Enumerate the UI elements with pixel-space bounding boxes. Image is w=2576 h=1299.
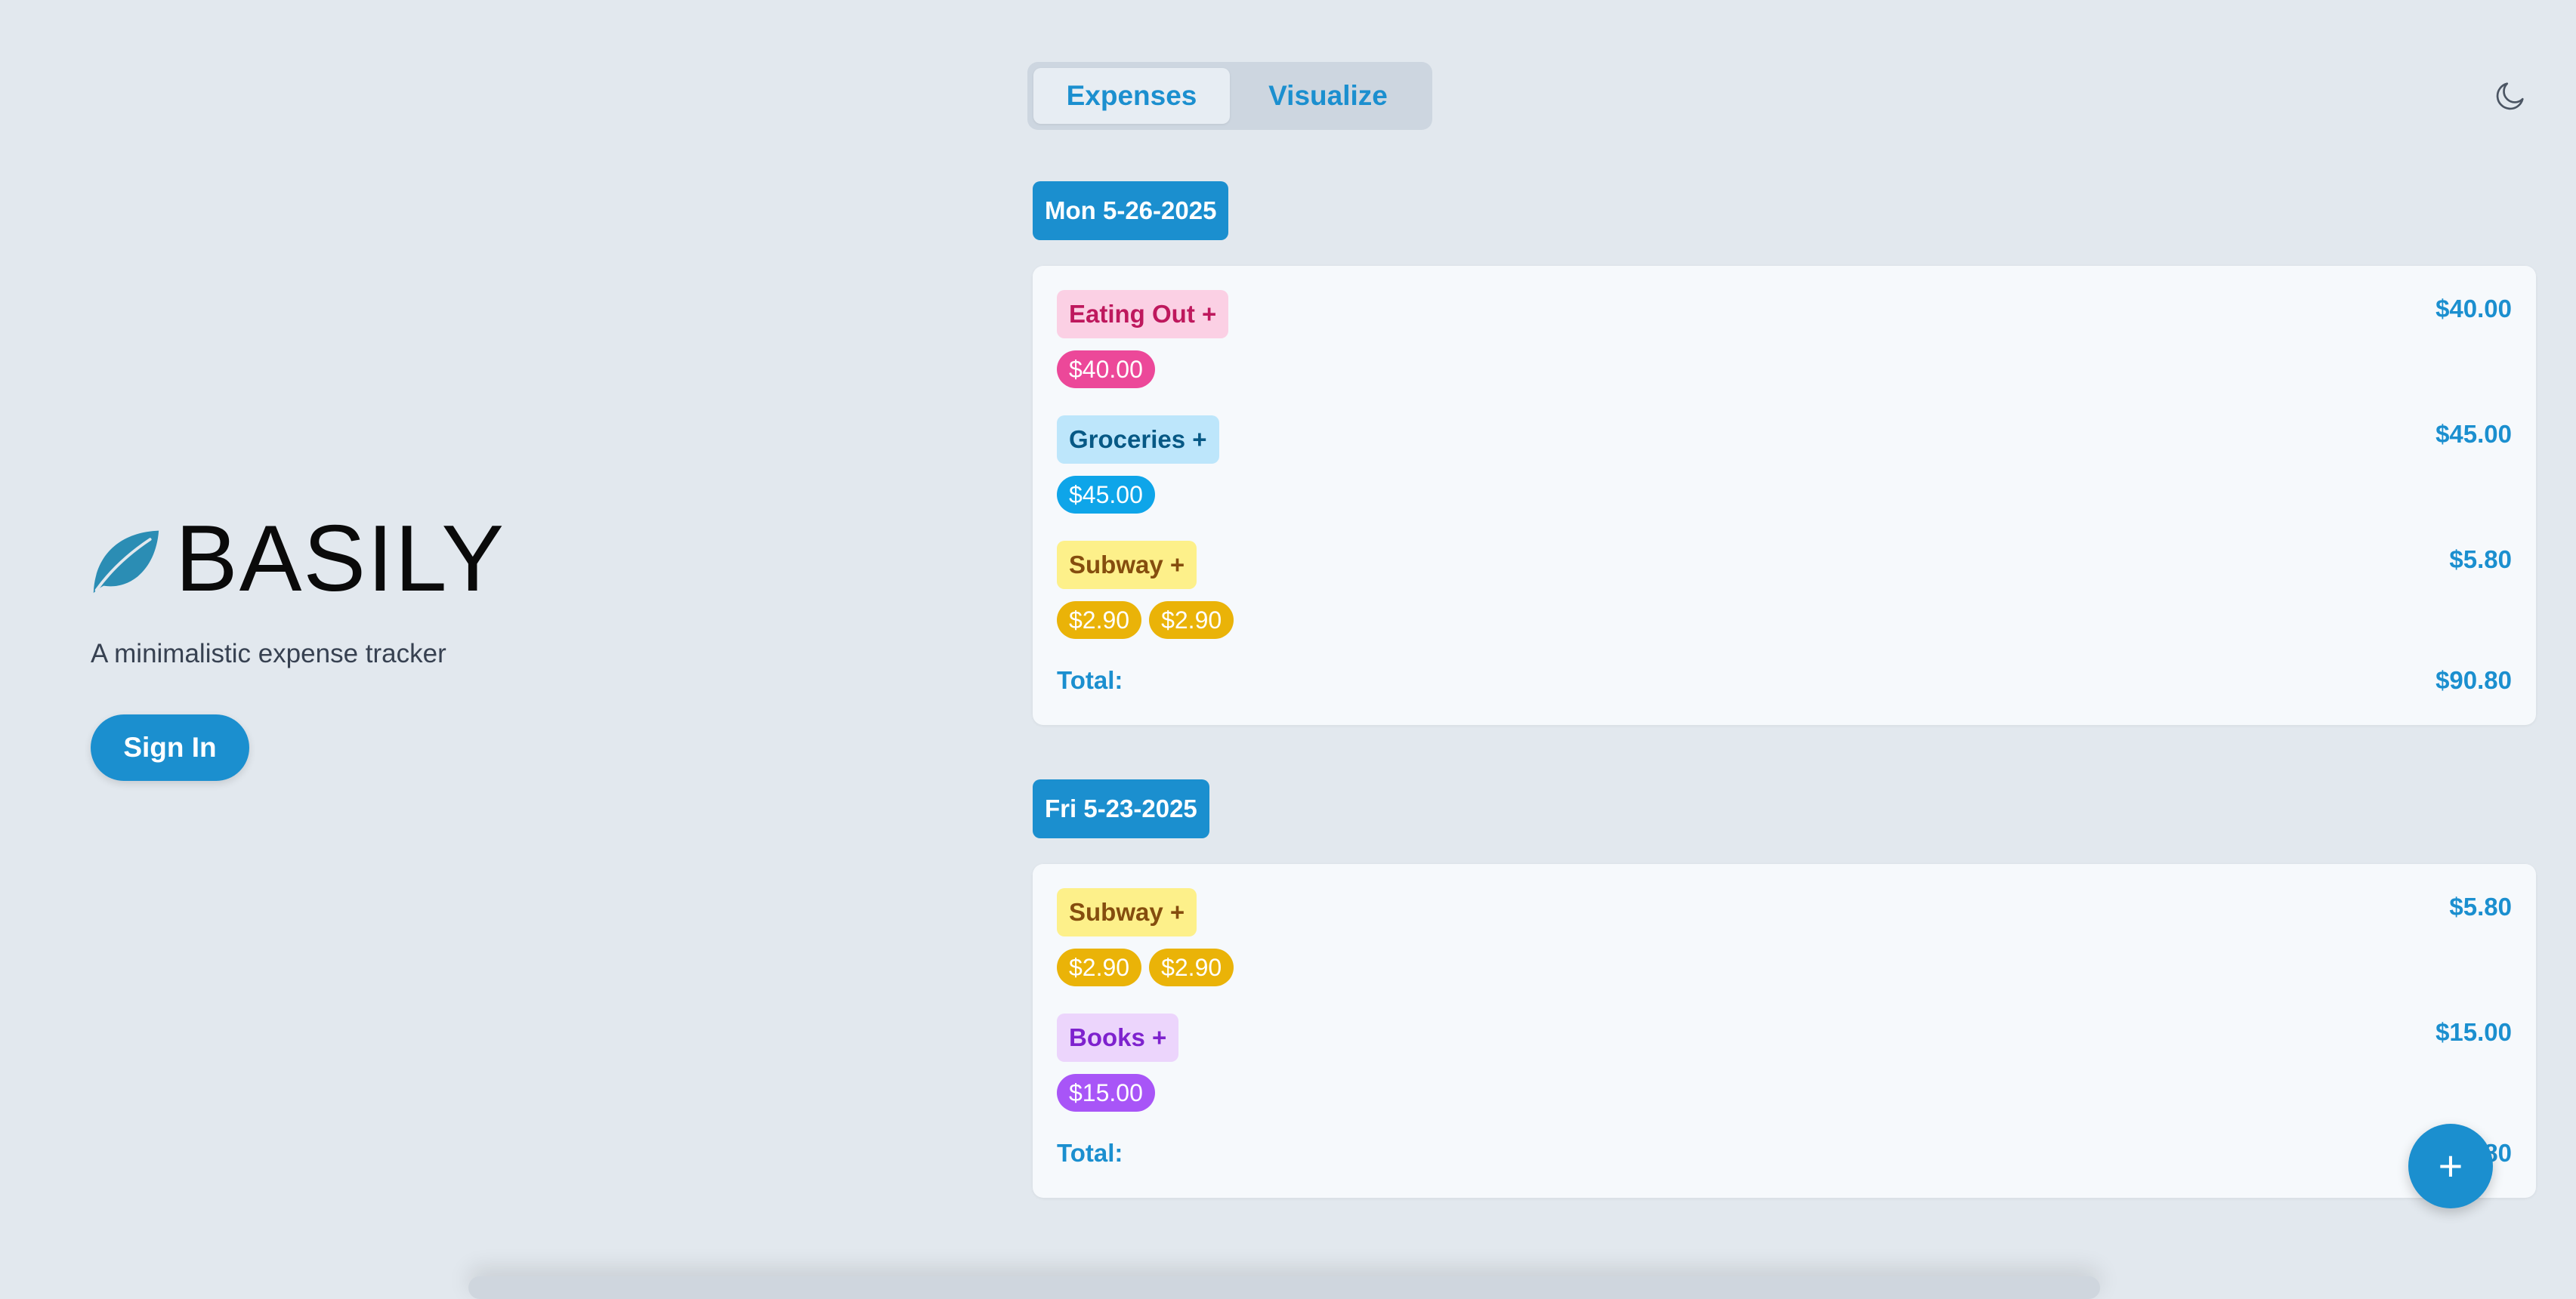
leaf-icon	[93, 530, 159, 594]
brand: BASILY	[89, 512, 505, 606]
plus-icon: +	[2438, 1142, 2463, 1189]
category-add-button[interactable]: Eating Out +	[1057, 290, 1229, 338]
bottom-bar	[468, 1276, 2100, 1299]
day-section: Fri 5-23-2025 Subway + $5.80 $2.90 $2.90…	[1033, 779, 2536, 1198]
category-row: Groceries + $45.00 $45.00	[1057, 415, 2512, 514]
total-label: Total:	[1057, 1139, 1123, 1167]
view-tabs: Expenses Visualize	[1027, 62, 1432, 130]
entry-list: $40.00	[1057, 350, 2512, 388]
date-badge: Fri 5-23-2025	[1033, 779, 1209, 838]
entry-list: $2.90 $2.90	[1057, 949, 2512, 986]
category-row: Books + $15.00 $15.00	[1057, 1014, 2512, 1112]
category-row: Subway + $5.80 $2.90 $2.90	[1057, 541, 2512, 639]
date-badge: Mon 5-26-2025	[1033, 181, 1229, 240]
add-expense-button[interactable]: +	[2408, 1124, 2493, 1208]
day-total-value: $90.80	[2435, 666, 2512, 694]
entry-chip[interactable]: $2.90	[1149, 949, 1234, 986]
entry-list: $15.00	[1057, 1074, 2512, 1112]
category-total: $45.00	[2435, 420, 2512, 448]
category-row: Subway + $5.80 $2.90 $2.90	[1057, 888, 2512, 986]
category-total: $5.80	[2449, 545, 2512, 573]
moon-icon[interactable]	[2493, 79, 2528, 113]
entry-list: $45.00	[1057, 476, 2512, 514]
day-card: Subway + $5.80 $2.90 $2.90 Books + $15.0…	[1033, 864, 2536, 1198]
tab-expenses[interactable]: Expenses	[1033, 68, 1230, 124]
category-row: Eating Out + $40.00 $40.00	[1057, 290, 2512, 388]
total-label: Total:	[1057, 666, 1123, 694]
category-add-button[interactable]: Subway +	[1057, 888, 1197, 936]
day-total-row: Total: $90.80	[1057, 666, 2512, 699]
tab-visualize[interactable]: Visualize	[1230, 68, 1426, 124]
entry-chip[interactable]: $2.90	[1057, 949, 1142, 986]
entry-chip[interactable]: $45.00	[1057, 476, 1155, 514]
entry-chip[interactable]: $2.90	[1149, 601, 1234, 639]
app-tagline: A minimalistic expense tracker	[91, 639, 446, 668]
category-add-button[interactable]: Subway +	[1057, 541, 1197, 589]
entry-chip[interactable]: $40.00	[1057, 350, 1155, 388]
category-total: $5.80	[2449, 893, 2512, 921]
sign-in-button[interactable]: Sign In	[91, 714, 249, 781]
category-total: $15.00	[2435, 1018, 2512, 1046]
category-add-button[interactable]: Books +	[1057, 1014, 1179, 1062]
day-total-row: Total: $20.80	[1057, 1139, 2512, 1172]
entry-chip[interactable]: $15.00	[1057, 1074, 1155, 1112]
day-section: Mon 5-26-2025 Eating Out + $40.00 $40.00…	[1033, 181, 2536, 725]
category-add-button[interactable]: Groceries +	[1057, 415, 1219, 464]
entry-chip[interactable]: $2.90	[1057, 601, 1142, 639]
category-total: $40.00	[2435, 295, 2512, 322]
entry-list: $2.90 $2.90	[1057, 601, 2512, 639]
app-name: BASILY	[175, 507, 506, 611]
day-card: Eating Out + $40.00 $40.00 Groceries + $…	[1033, 266, 2536, 725]
